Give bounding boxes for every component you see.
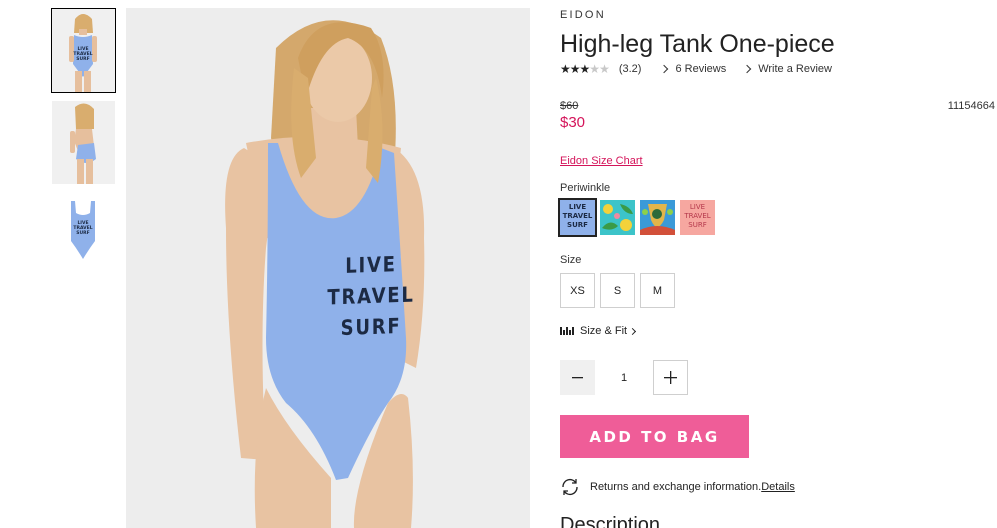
swatch-line: LIVE <box>689 203 706 211</box>
chevron-right-icon <box>629 327 637 335</box>
swatch-line: TRAVEL <box>684 212 711 220</box>
ruler-icon <box>560 327 577 335</box>
print-line-2: TRAVEL <box>327 282 415 310</box>
size-option-xs[interactable]: XS <box>560 273 595 308</box>
swatch-line: SURF <box>688 221 707 229</box>
original-price: $60 <box>560 100 579 112</box>
thumbnail-product-image: LIVE TRAVEL SURF <box>52 193 115 276</box>
star-icon: ★ <box>579 62 591 76</box>
thumbnail-list: LIVE TRAVEL SURF LIVE TRAVEL SURF <box>51 8 116 285</box>
thumbnail-back[interactable] <box>52 101 115 184</box>
write-review-link[interactable]: Write a Review <box>742 63 832 75</box>
swatch-coral-image: LIVE TRAVEL SURF <box>680 200 715 235</box>
returns-text: Returns and exchange information. <box>590 481 762 493</box>
write-review-label: Write a Review <box>758 63 832 75</box>
thumbnail-back-image <box>52 101 115 184</box>
size-fit-label: Size & Fit <box>580 325 628 337</box>
swatch-line: SURF <box>567 221 588 229</box>
selected-color-name: Periwinkle <box>560 182 611 194</box>
swatch-periwinkle-image: LIVE TRAVEL SURF <box>560 200 595 235</box>
print-line-3: SURF <box>340 313 402 341</box>
swatch-periwinkle[interactable]: LIVE TRAVEL SURF <box>558 198 597 237</box>
quantity-input[interactable] <box>595 360 653 395</box>
swatch-periwinkle-text: LIVE TRAVEL SURF <box>560 203 595 230</box>
swatch-coral[interactable]: LIVE TRAVEL SURF <box>680 200 715 235</box>
reviews-link[interactable]: 6 Reviews <box>660 63 727 75</box>
swatch-multicolor-image <box>640 200 675 235</box>
swatch-tropical-print[interactable] <box>600 200 635 235</box>
star-rating: ★ ★ ★ ★ ★ <box>560 62 610 76</box>
swatch-coral-text: LIVE TRAVEL SURF <box>680 203 715 230</box>
swatch-tropical-image <box>600 200 635 235</box>
star-icon: ★ <box>569 62 581 76</box>
chevron-right-icon <box>742 64 752 74</box>
size-chart-link[interactable]: Eidon Size Chart <box>560 155 643 167</box>
sale-price: $30 <box>560 114 586 131</box>
color-swatches: LIVE TRAVEL SURF LIVE TRAVEL SURF <box>558 198 715 237</box>
refresh-icon <box>562 479 578 495</box>
thumbnail-product[interactable]: LIVE TRAVEL SURF <box>52 193 115 276</box>
description-heading: Description <box>560 514 661 528</box>
reviews-link-label: 6 Reviews <box>675 63 727 75</box>
main-product-image: LIVE TRAVEL SURF <box>126 8 530 528</box>
chevron-right-icon <box>660 64 669 74</box>
plus-icon <box>664 371 677 384</box>
size-option-s[interactable]: S <box>600 273 635 308</box>
swimsuit-print-text: LIVE TRAVEL SURF <box>315 248 427 345</box>
star-icon: ★ <box>589 62 600 76</box>
svg-text:SURF: SURF <box>76 230 89 236</box>
minus-icon <box>572 377 583 379</box>
thumbnail-front[interactable]: LIVE TRAVEL SURF <box>51 8 116 93</box>
product-sku: 11154664 <box>947 100 995 112</box>
svg-text:SURF: SURF <box>76 56 89 62</box>
add-to-bag-button[interactable]: ADD TO BAG <box>560 415 749 458</box>
swatch-line: LIVE <box>568 203 587 211</box>
size-option-m[interactable]: M <box>640 273 675 308</box>
brand-name: EIDON <box>560 9 606 21</box>
print-line-1: LIVE <box>345 252 397 278</box>
size-options: XS S M <box>560 273 675 308</box>
product-title: High-leg Tank One-piece <box>560 30 835 58</box>
swatch-line: TRAVEL <box>562 212 593 220</box>
rating-value: (3.2) <box>618 63 642 75</box>
size-fit-link[interactable]: Size & Fit <box>560 325 637 337</box>
quantity-decrease-button[interactable] <box>560 360 595 395</box>
star-icon: ★ <box>560 62 571 76</box>
product-info-panel: EIDON High-leg Tank One-piece ★ ★ ★ ★ ★ … <box>558 0 997 528</box>
returns-details-link[interactable]: Details <box>761 481 795 493</box>
returns-info: Returns and exchange information. Details <box>560 478 795 496</box>
quantity-increase-button[interactable] <box>653 360 688 395</box>
swatch-multicolor-print[interactable] <box>640 200 675 235</box>
quantity-stepper <box>560 360 688 395</box>
size-label: Size <box>560 254 582 266</box>
thumbnail-front-image: LIVE TRAVEL SURF <box>52 9 115 92</box>
rating-row: ★ ★ ★ ★ ★ (3.2) 6 Reviews Write a Review <box>560 62 832 76</box>
star-icon: ★ <box>599 62 610 76</box>
